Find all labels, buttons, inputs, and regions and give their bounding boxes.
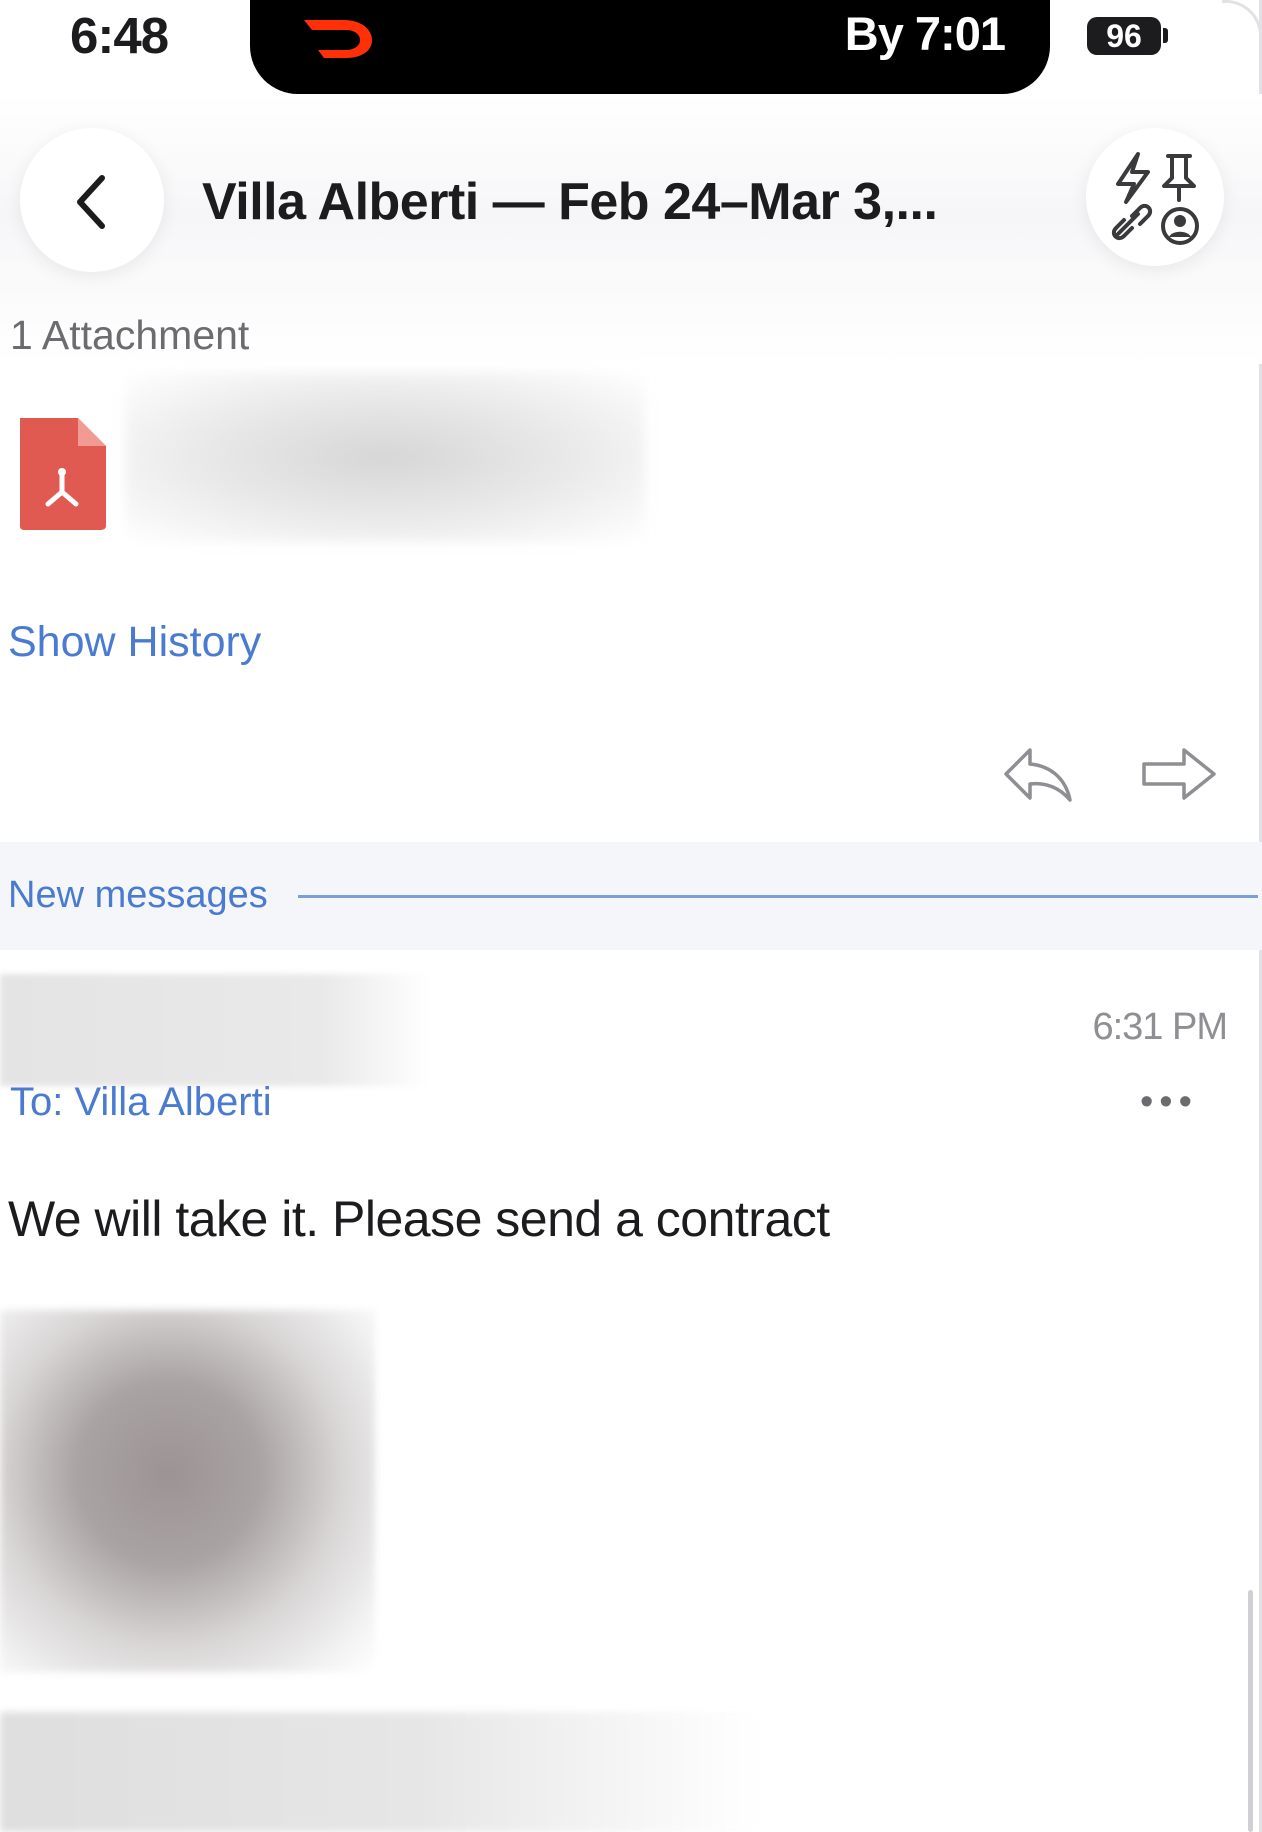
status-time: 6:48 <box>70 7 169 64</box>
message-timestamp: 6:31 PM <box>1092 1006 1228 1048</box>
pdf-icon[interactable] <box>14 414 110 532</box>
thread-title: Villa Alberti — Feb 24–Mar 3,... <box>202 173 938 231</box>
reply-icon[interactable] <box>1000 744 1076 804</box>
chevron-left-icon <box>77 175 105 229</box>
more-options-button[interactable]: ••• <box>1140 1083 1220 1121</box>
doordash-icon <box>304 20 372 58</box>
device-frame-corner <box>1222 0 1262 40</box>
back-button[interactable] <box>20 128 164 272</box>
sender-name-redacted[interactable] <box>0 974 430 1086</box>
quick-actions-button[interactable] <box>1086 128 1224 266</box>
show-history-link[interactable]: Show History <box>8 618 261 667</box>
message-body: We will take it. Please send a contract <box>8 1191 830 1247</box>
scroll-indicator[interactable] <box>1248 1590 1253 1832</box>
quick-actions-icon <box>1111 152 1199 245</box>
attachment-name-redacted[interactable] <box>125 372 645 542</box>
forward-icon[interactable] <box>1138 744 1220 804</box>
attachment-count: 1 Attachment <box>10 312 250 358</box>
dynamic-island-live-activity[interactable]: By 7:01 <box>250 0 1050 94</box>
quoted-content-redacted <box>0 1712 760 1832</box>
new-messages-label: New messages <box>8 874 268 916</box>
recipient-line[interactable]: To: Villa Alberti <box>10 1082 272 1122</box>
new-messages-divider-line <box>298 895 1258 898</box>
delivery-eta: By 7:01 <box>844 7 1006 60</box>
signature-image-redacted <box>0 1310 375 1672</box>
battery-cap <box>1163 28 1168 43</box>
battery-indicator: 96 <box>1087 17 1161 55</box>
